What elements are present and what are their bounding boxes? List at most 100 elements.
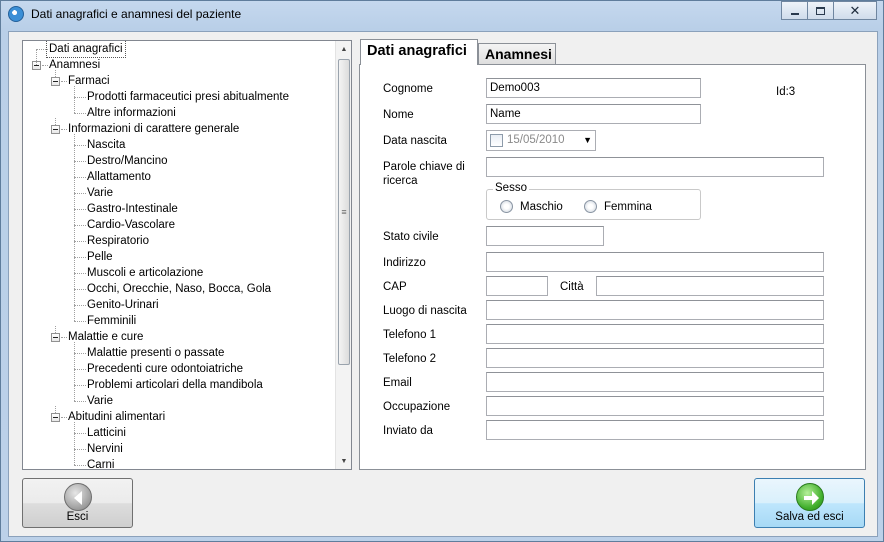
- telefono1-field[interactable]: [486, 324, 824, 344]
- tree-item-label: Nervini: [87, 443, 123, 455]
- tree-item[interactable]: Informazioni di carattere generale: [23, 121, 336, 137]
- occupazione-field[interactable]: [486, 396, 824, 416]
- tree-item-label: Nascita: [87, 139, 126, 151]
- collapse-toggle-icon[interactable]: [51, 125, 60, 134]
- tree-item[interactable]: Gastro-Intestinale: [23, 201, 336, 217]
- tree-item[interactable]: Cardio-Vascolare: [23, 217, 336, 233]
- cognome-label: Cognome: [383, 83, 433, 95]
- tree-item-label: Altre informazioni: [87, 107, 176, 119]
- minimize-button[interactable]: [781, 1, 808, 20]
- maschio-label[interactable]: Maschio: [520, 200, 563, 214]
- collapse-toggle-icon[interactable]: [51, 77, 60, 86]
- collapse-toggle-icon[interactable]: [51, 413, 60, 422]
- occupazione-label: Occupazione: [383, 401, 451, 413]
- data-nascita-picker[interactable]: 15/05/2010 ▼: [486, 130, 596, 151]
- tree-item[interactable]: Nascita: [23, 137, 336, 153]
- client-area: Dati anagrafici Anamnesi Farmaci Prodotti f…: [8, 31, 878, 537]
- maximize-icon: [816, 6, 825, 15]
- tree-item[interactable]: Nervini: [23, 441, 336, 457]
- tree-item-label: Gastro-Intestinale: [87, 203, 178, 215]
- tree-item[interactable]: Genito-Urinari: [23, 297, 336, 313]
- section-tree[interactable]: Dati anagrafici Anamnesi Farmaci Prodotti f…: [22, 40, 352, 470]
- tree-item-label: Cardio-Vascolare: [87, 219, 175, 231]
- tree-item-label: Prodotti farmaceutici presi abitualmente: [87, 91, 289, 103]
- indirizzo-field[interactable]: [486, 252, 824, 272]
- telefono1-label: Telefono 1: [383, 329, 437, 341]
- tree-item[interactable]: Abitudini alimentari: [23, 409, 336, 425]
- tree-item[interactable]: Dati anagrafici: [23, 41, 336, 58]
- tree-item[interactable]: Occhi, Orecchie, Naso, Bocca, Gola: [23, 281, 336, 297]
- salva-ed-esci-button[interactable]: Salva ed esci: [754, 478, 865, 528]
- femmina-radio[interactable]: [584, 200, 597, 213]
- cap-field[interactable]: [486, 276, 548, 296]
- tree-item[interactable]: Malattie e cure: [23, 329, 336, 345]
- tree-item[interactable]: Anamnesi: [23, 57, 336, 73]
- tree-item-label: Pelle: [87, 251, 113, 263]
- cap-label: CAP: [383, 281, 407, 293]
- citta-field[interactable]: [596, 276, 824, 296]
- inviato-da-field[interactable]: [486, 420, 824, 440]
- tree-item[interactable]: Femminili: [23, 313, 336, 329]
- salva-ed-esci-label: Salva ed esci: [775, 511, 844, 523]
- tree-item[interactable]: Respiratorio: [23, 233, 336, 249]
- stato-civile-field[interactable]: [486, 226, 604, 246]
- scroll-up-arrow-icon[interactable]: ▲: [336, 41, 351, 57]
- tree-item[interactable]: Problemi articolari della mandibola: [23, 377, 336, 393]
- tree-item[interactable]: Varie: [23, 185, 336, 201]
- stato-civile-label: Stato civile: [383, 231, 439, 243]
- maximize-button[interactable]: [807, 1, 834, 20]
- tree-item[interactable]: Altre informazioni: [23, 105, 336, 121]
- tree-item[interactable]: Malattie presenti o passate: [23, 345, 336, 361]
- telefono2-field[interactable]: [486, 348, 824, 368]
- maschio-radio[interactable]: [500, 200, 513, 213]
- tree-item-label: Genito-Urinari: [87, 299, 159, 311]
- tab-anamnesi[interactable]: Anamnesi: [478, 43, 556, 64]
- tree-item-label: Dati anagrafici: [46, 41, 126, 58]
- back-arrow-icon: [64, 483, 92, 511]
- minimize-icon: [790, 12, 799, 15]
- tree-item[interactable]: Pelle: [23, 249, 336, 265]
- tree-item-label: Carni: [87, 459, 115, 470]
- esci-label: Esci: [66, 511, 89, 523]
- scrollbar-thumb[interactable]: ≡: [338, 59, 350, 365]
- tab-dati-anagrafici[interactable]: Dati anagrafici: [360, 39, 478, 65]
- citta-label: Città: [560, 281, 584, 293]
- tree-item[interactable]: Farmaci: [23, 73, 336, 89]
- tree-item-label: Abitudini alimentari: [68, 411, 166, 423]
- tree-item[interactable]: Allattamento: [23, 169, 336, 185]
- cognome-field[interactable]: Demo003: [486, 78, 701, 98]
- tree-item[interactable]: Prodotti farmaceutici presi abitualmente: [23, 89, 336, 105]
- app-icon: [8, 6, 24, 22]
- luogo-nascita-label: Luogo di nascita: [383, 305, 467, 317]
- luogo-nascita-field[interactable]: [486, 300, 824, 320]
- email-label: Email: [383, 377, 412, 389]
- tree-item[interactable]: Carni: [23, 457, 336, 470]
- sesso-group: Sesso Maschio Femmina: [486, 182, 701, 220]
- tree-item[interactable]: Destro/Mancino: [23, 153, 336, 169]
- inviato-da-label: Inviato da: [383, 425, 433, 437]
- tree-item-label: Informazioni di carattere generale: [68, 123, 240, 135]
- collapse-toggle-icon[interactable]: [51, 333, 60, 342]
- nome-label: Nome: [383, 109, 414, 121]
- email-field[interactable]: [486, 372, 824, 392]
- scroll-down-arrow-icon[interactable]: ▼: [336, 453, 351, 469]
- tree-item[interactable]: Precedenti cure odontoiatriche: [23, 361, 336, 377]
- tree-item[interactable]: Muscoli e articolazione: [23, 265, 336, 281]
- femmina-label[interactable]: Femmina: [604, 200, 652, 214]
- tree-item[interactable]: Varie: [23, 393, 336, 409]
- date-enable-checkbox[interactable]: [490, 134, 503, 147]
- tree-scrollbar[interactable]: ▲ ≡ ▼: [335, 41, 351, 469]
- nome-field[interactable]: Name: [486, 104, 701, 124]
- tree-item-label: Malattie presenti o passate: [87, 347, 225, 359]
- close-icon: ✕: [849, 2, 861, 18]
- tab-panel-dati-anagrafici: Cognome Demo003 Id:3 Nome Name Data nasc…: [359, 64, 866, 470]
- close-button[interactable]: ✕: [833, 1, 877, 20]
- parole-chiave-field[interactable]: [486, 157, 824, 177]
- tree-item-label: Destro/Mancino: [87, 155, 168, 167]
- sesso-title: Sesso: [493, 182, 529, 194]
- tree-item-label: Allattamento: [87, 171, 151, 183]
- tree-item-label: Malattie e cure: [68, 331, 144, 343]
- tree-item[interactable]: Latticini: [23, 425, 336, 441]
- dropdown-arrow-icon[interactable]: ▼: [583, 135, 592, 145]
- esci-button[interactable]: Esci: [22, 478, 133, 528]
